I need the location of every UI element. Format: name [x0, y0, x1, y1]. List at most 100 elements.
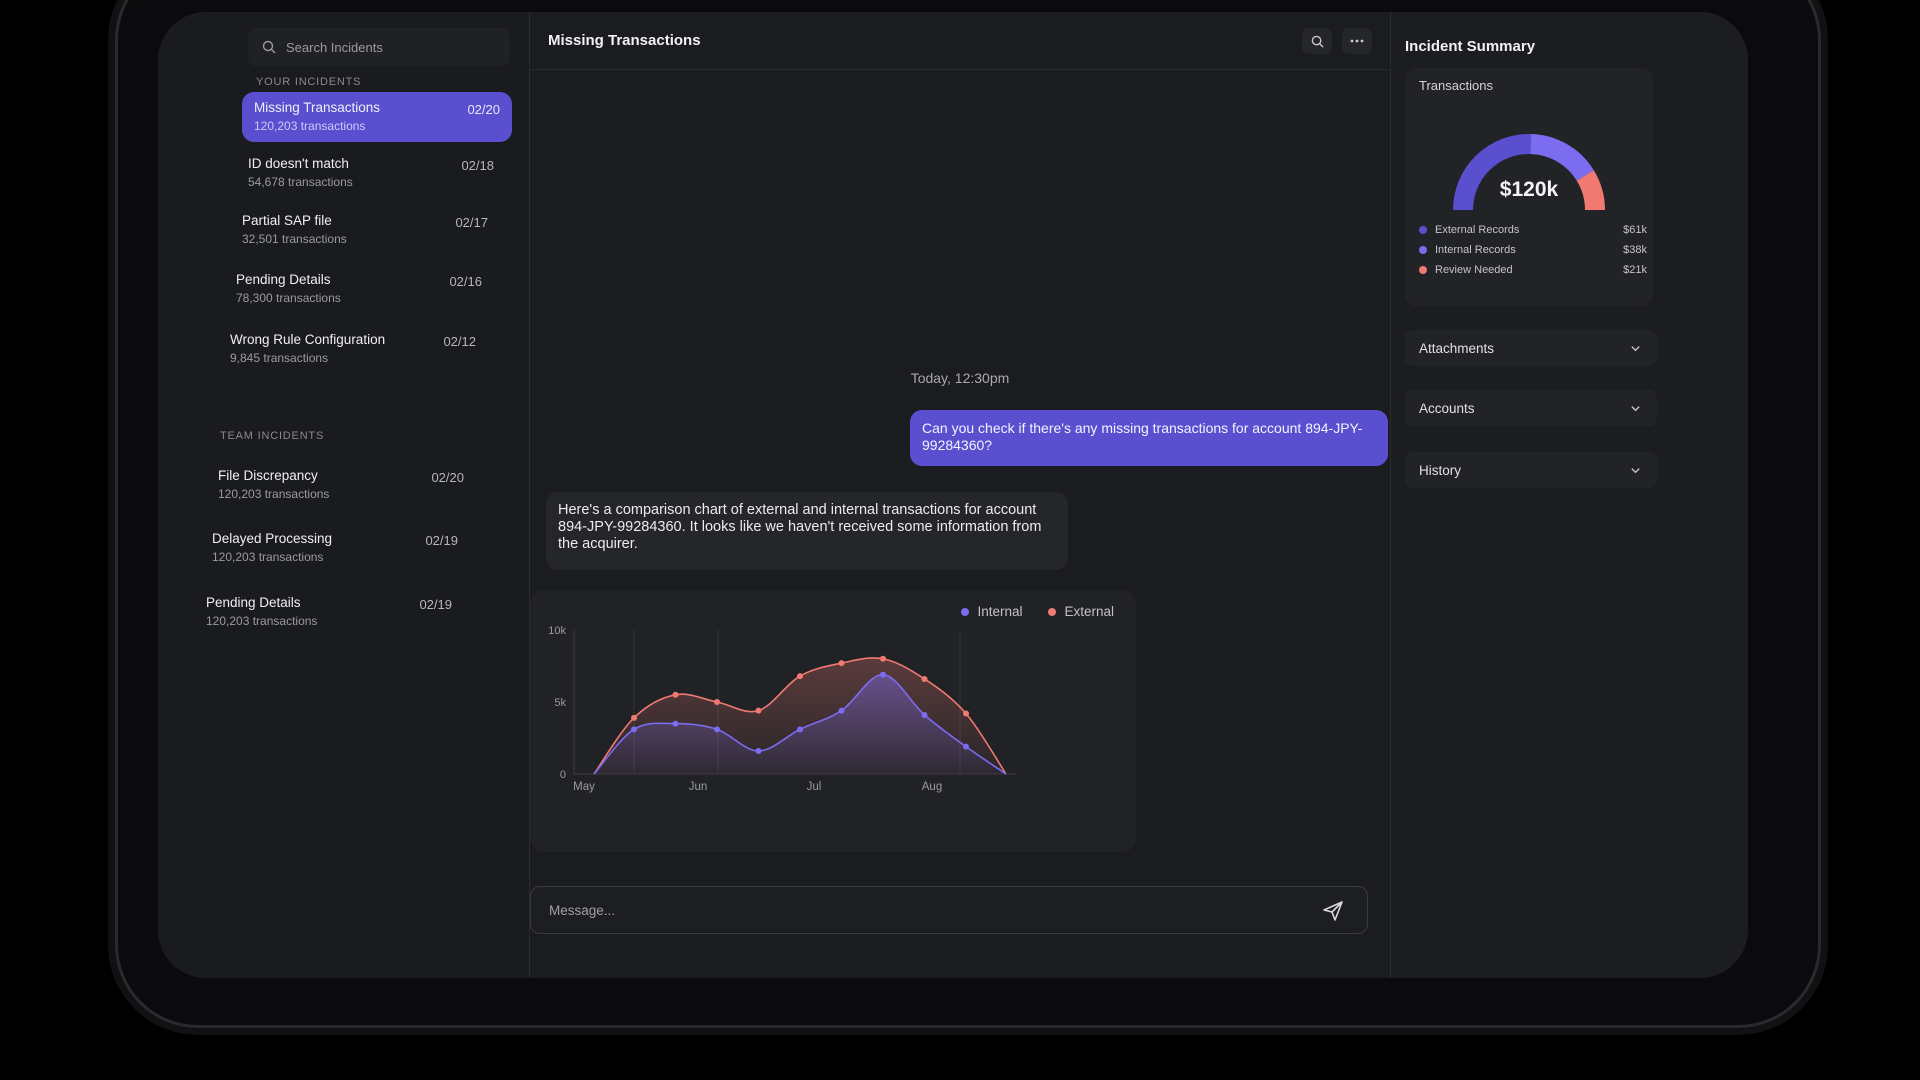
search-input[interactable]: Search Incidents — [248, 28, 510, 66]
incident-name: Pending Details — [206, 595, 301, 610]
transactions-chart-card: Internal External 0 5k 10k May Jun Jul Aug — [530, 590, 1136, 852]
incident-date: 02/16 — [449, 274, 482, 289]
incident-name: Pending Details — [236, 272, 331, 287]
incident-name: File Discrepancy — [218, 468, 318, 483]
point-external — [714, 699, 720, 705]
incident-pending-details-team[interactable]: Pending Details 120,203 transactions 02/… — [194, 587, 464, 637]
point-internal — [921, 711, 928, 718]
accordion-label: Accounts — [1419, 400, 1475, 416]
incident-count: 120,203 transactions — [206, 614, 318, 628]
point-internal — [797, 726, 803, 733]
chevron-down-icon — [1631, 346, 1640, 352]
accordion-label: Attachments — [1419, 340, 1495, 356]
summary-heading: Incident Summary — [1405, 38, 1536, 55]
x-tick-label: Jul — [807, 781, 822, 793]
incident-count: 120,203 transactions — [218, 487, 330, 501]
incident-date: 02/20 — [431, 470, 464, 485]
incident-date: 02/19 — [425, 533, 458, 548]
breakdown-dot — [1419, 246, 1427, 254]
transactions-card: Transactions $120k External Records $61k… — [1405, 68, 1653, 306]
incident-file-discrepancy[interactable]: File Discrepancy 120,203 transactions 02… — [206, 460, 476, 510]
point-internal — [838, 707, 845, 714]
point-internal — [672, 720, 679, 727]
gauge-segment-1 — [1530, 134, 1594, 182]
incident-date: 02/20 — [467, 102, 500, 117]
point-external — [797, 673, 803, 680]
breakdown-amount: $61k — [1623, 224, 1647, 236]
incident-count: 78,300 transactions — [236, 291, 341, 305]
your-incidents-heading: YOUR INCIDENTS — [256, 76, 362, 88]
chevron-down-icon — [1631, 406, 1640, 412]
point-external — [672, 691, 679, 698]
incident-date: 02/17 — [455, 215, 488, 230]
more-options-button[interactable] — [1342, 28, 1372, 54]
incident-summary-panel: Incident Summary Transactions $120k Exte… — [1390, 12, 1748, 978]
breakdown-amount: $38k — [1623, 244, 1647, 256]
incident-name: Partial SAP file — [242, 213, 332, 228]
point-external — [838, 660, 845, 667]
breakdown-row-internal: Internal Records $38k — [1419, 244, 1647, 262]
chat-header: Missing Transactions — [530, 12, 1390, 70]
point-internal — [631, 726, 637, 733]
y-tick-label: 5k — [554, 697, 566, 709]
area-chart: 0 5k 10k May Jun Jul Aug — [548, 625, 1016, 793]
point-external — [755, 707, 762, 714]
x-tick-label: May — [573, 781, 595, 793]
more-icon — [1350, 39, 1364, 43]
breakdown-dot — [1419, 266, 1427, 274]
incident-count: 54,678 transactions — [248, 175, 353, 189]
search-placeholder: Search Incidents — [286, 39, 383, 55]
incident-name: Missing Transactions — [254, 100, 381, 115]
accordion-label: History — [1419, 462, 1462, 478]
send-icon[interactable] — [1321, 899, 1345, 923]
attachments-accordion[interactable]: Attachments — [1405, 330, 1657, 366]
incident-count: 9,845 transactions — [230, 351, 329, 365]
chat-panel: Missing Transactions Today, 12:30pm Can … — [530, 12, 1390, 978]
point-internal — [880, 671, 886, 678]
team-incidents-heading: TEAM INCIDENTS — [220, 430, 325, 442]
point-internal — [963, 743, 969, 750]
page-title: Missing Transactions — [548, 32, 701, 49]
y-tick-label: 10k — [548, 625, 566, 637]
message-placeholder: Message... — [549, 902, 616, 918]
incident-wrong-rule-configuration[interactable]: Wrong Rule Configuration 9,845 transacti… — [218, 324, 488, 374]
incident-date: 02/19 — [419, 597, 452, 612]
incident-count: 120,203 transactions — [254, 119, 366, 133]
sidebar: Search Incidents YOUR INCIDENTS Missing … — [158, 12, 530, 978]
point-external — [921, 675, 928, 682]
incident-id-doesnt-match[interactable]: ID doesn't match 54,678 transactions 02/… — [236, 148, 506, 198]
search-icon — [262, 40, 276, 54]
message-input[interactable]: Message... — [530, 886, 1368, 934]
x-tick-label: Jun — [689, 781, 708, 793]
message-timestamp: Today, 12:30pm — [910, 370, 1010, 386]
incident-date: 02/18 — [461, 158, 494, 173]
y-tick-label: 0 — [560, 769, 566, 781]
breakdown-label: Internal Records — [1435, 244, 1516, 256]
accounts-accordion[interactable]: Accounts — [1405, 390, 1657, 426]
breakdown-amount: $21k — [1623, 264, 1647, 276]
search-icon — [1311, 35, 1324, 48]
incident-date: 02/12 — [443, 334, 476, 349]
assistant-message-bubble: Here's a comparison chart of external an… — [546, 492, 1068, 570]
chevron-down-icon — [1631, 468, 1640, 474]
app-screen: Search Incidents YOUR INCIDENTS Missing … — [158, 12, 1748, 978]
point-internal — [714, 726, 720, 733]
incident-name: Wrong Rule Configuration — [230, 332, 386, 347]
point-internal — [755, 747, 762, 754]
breakdown-label: External Records — [1435, 224, 1520, 236]
breakdown-row-external: External Records $61k — [1419, 224, 1647, 242]
incident-missing-transactions[interactable]: Missing Transactions 120,203 transaction… — [242, 92, 512, 142]
breakdown-dot — [1419, 226, 1427, 234]
history-accordion[interactable]: History — [1405, 452, 1657, 488]
incident-partial-sap-file[interactable]: Partial SAP file 32,501 transactions 02/… — [230, 205, 500, 255]
breakdown-row-review: Review Needed $21k — [1419, 264, 1647, 282]
point-external — [880, 655, 886, 662]
breakdown-label: Review Needed — [1435, 264, 1513, 276]
incident-pending-details[interactable]: Pending Details 78,300 transactions 02/1… — [224, 264, 494, 314]
point-external — [631, 714, 637, 721]
incident-delayed-processing[interactable]: Delayed Processing 120,203 transactions … — [200, 523, 470, 573]
x-tick-label: Aug — [922, 781, 942, 793]
search-button[interactable] — [1302, 28, 1332, 54]
incident-name: Delayed Processing — [212, 531, 333, 546]
incident-count: 120,203 transactions — [212, 550, 324, 564]
